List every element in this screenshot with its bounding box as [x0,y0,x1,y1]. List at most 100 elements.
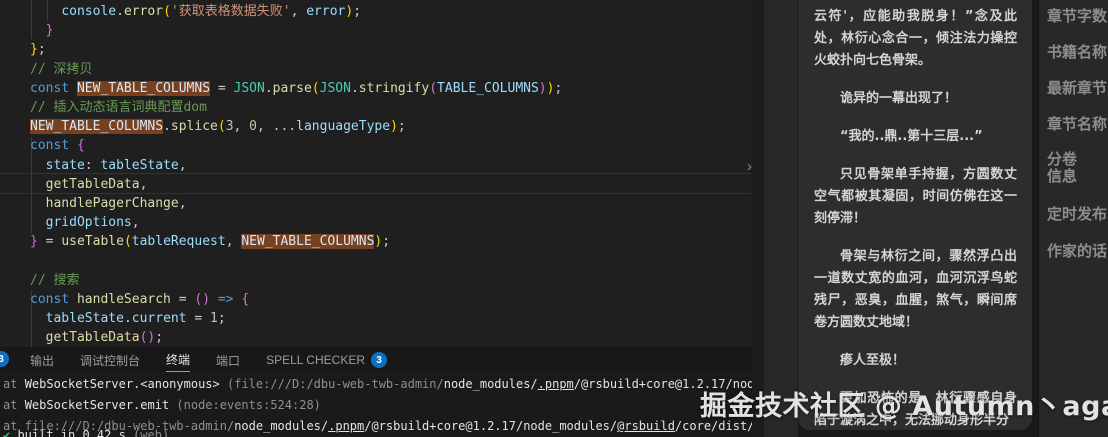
text-span: , [140,177,148,192]
novel-paragraph: 骨架与林衍之间，骤然浮凸出一道数丈宽的血河，血河沉浮鸟蛇残尸，恶臭，血腥，煞气，… [814,246,1017,334]
text-span: 0 [249,119,257,134]
editor-panel-divider[interactable] [752,0,764,437]
text-span: 3 [226,119,234,134]
text-span: ; [554,81,562,96]
code-line[interactable] [30,251,562,270]
code-line[interactable]: const handleSearch = () => { [30,290,562,309]
sidebar-item[interactable]: 作家的话 [1047,243,1108,260]
text-span: TABLE_COLUMNS [437,81,539,96]
code-editor[interactable]: console.error('获取表格数据失败', error); }}; // … [0,0,752,347]
code-line[interactable]: getTableData, [30,175,562,194]
code-line[interactable]: console.error('获取表格数据失败', error); [30,2,562,21]
code-line[interactable]: const { [30,136,562,155]
panel-tab[interactable]: 输出 [30,348,54,372]
panel-tab-label: 输出 [30,352,54,369]
text-span: gridOptions [46,215,132,230]
panel-tab-bar: 输出 调试控制台 终端 端口 SPELL CHECKER 3 [0,347,752,372]
text-span: NEW_TABLE_COLUMNS [30,119,163,134]
text-span [30,330,46,345]
text-span: at [3,377,25,391]
sidebar-item[interactable]: 最新章节 [1047,80,1108,97]
text-span: handlePagerChange [46,196,179,211]
text-span: ( [312,81,320,96]
text-span: JSON [320,81,351,96]
text-span: { [241,292,249,307]
text-span: node_modules/ [234,419,328,433]
text-span: tableRequest [132,234,226,249]
text-span: => [218,292,234,307]
panel-tab[interactable]: 调试控制台 [80,348,140,372]
text-span: = [210,81,233,96]
sidebar-item[interactable]: 分卷 信息 [1047,151,1108,185]
novel-paragraph: 瘆人至极！ [814,350,1017,372]
panel-collapse-chevron-icon[interactable]: › [747,158,752,175]
text-span: getTableData [46,177,140,192]
code-line[interactable]: const NEW_TABLE_COLUMNS = JSON.parse(JSO… [30,79,562,98]
code-line[interactable]: gridOptions, [30,213,562,232]
text-span: current [132,311,187,326]
panel-tab[interactable]: 终端 [166,347,190,372]
text-span: ; [38,42,46,57]
text-span: ( [429,81,437,96]
text-span: WebSocketServer.<anonymous> [25,377,220,391]
text-span: error [306,4,345,19]
text-span: . [163,119,171,134]
panel-tab[interactable]: 端口 [216,348,240,372]
code-content[interactable]: console.error('获取表格数据失败', error); }}; // … [30,2,562,347]
text-span: = [187,311,210,326]
code-line[interactable]: // 搜索 [30,271,562,290]
novel-paragraph: 云符'，应能助我脱身！”念及此处，林衍心念合一，倾注法力操控火蛟扑向七色骨架。 [814,6,1017,72]
text-span: handleSearch [77,292,171,307]
text-span: WebSocketServer.emit [25,398,170,412]
tab-count-badge: 3 [371,352,387,368]
text-span: .pnpm [538,377,574,391]
panel-tab[interactable]: SPELL CHECKER 3 [266,348,387,371]
text-span: , ... [257,119,296,134]
novel-reader-panel[interactable]: 云符'，应能助我脱身！”念及此处，林衍心念合一，倾注法力操控火蛟扑向七色骨架。诡… [798,0,1032,430]
code-line[interactable]: }; [30,40,562,59]
text-span: // 插入动态语言词典配置dom [30,100,207,115]
text-span: stringify [359,81,429,96]
text-span: parse [273,81,312,96]
terminal-output[interactable]: at WebSocketServer.<anonymous> (file:///… [3,374,752,437]
text-span: // 深拷贝 [30,62,92,77]
sidebar-item[interactable]: 章节名称 [1047,116,1108,133]
code-line[interactable]: state: tableState, [30,156,562,175]
text-span: ) [539,81,547,96]
code-line[interactable]: } [30,21,562,40]
text-span: 1 [210,311,218,326]
sidebar-item[interactable]: 章节字数 [1047,8,1108,25]
sidebar-item[interactable]: 书籍名称 [1047,44,1108,61]
text-span: , [234,119,250,134]
text-span: node_modules/ [523,419,617,433]
terminal-line[interactable]: at WebSocketServer.emit (node:events:524… [3,395,752,416]
terminal-line[interactable]: ✔ built in 0.42 s (web) [3,425,169,437]
text-span: const [30,292,77,307]
novel-paragraph: “我的..鼎..第十三层...” [814,126,1017,148]
text-span: ( [124,234,132,249]
code-line[interactable]: // 插入动态语言词典配置dom [30,98,562,117]
text-span: = [38,234,61,249]
text-span [30,196,46,211]
text-span: const [30,81,77,96]
text-span [30,158,46,173]
panel-tab-label: SPELL CHECKER [266,353,365,367]
code-line[interactable]: handlePagerChange, [30,194,562,213]
code-line[interactable]: NEW_TABLE_COLUMNS.splice(3, 0, ...langua… [30,117,562,136]
code-line[interactable]: // 深拷贝 [30,60,562,79]
text-span: JSON [234,81,265,96]
text-span: state [46,158,85,173]
text-span: useTable [61,234,124,249]
text-span: at [3,398,25,412]
code-line[interactable]: tableState.current = 1; [30,309,562,328]
code-line[interactable]: getTableData(); [30,328,562,347]
sidebar-item[interactable]: 定时发布 [1047,206,1108,223]
terminal-line[interactable]: at WebSocketServer.<anonymous> (file:///… [3,374,752,395]
code-line[interactable]: } = useTable(tableRequest, NEW_TABLE_COL… [30,232,562,251]
text-span: ) [345,4,353,19]
text-span: , [132,215,140,230]
text-span: tableState [100,158,178,173]
text-span: NEW_TABLE_COLUMNS [77,81,210,96]
text-span: () [194,292,210,307]
text-span [30,23,46,38]
